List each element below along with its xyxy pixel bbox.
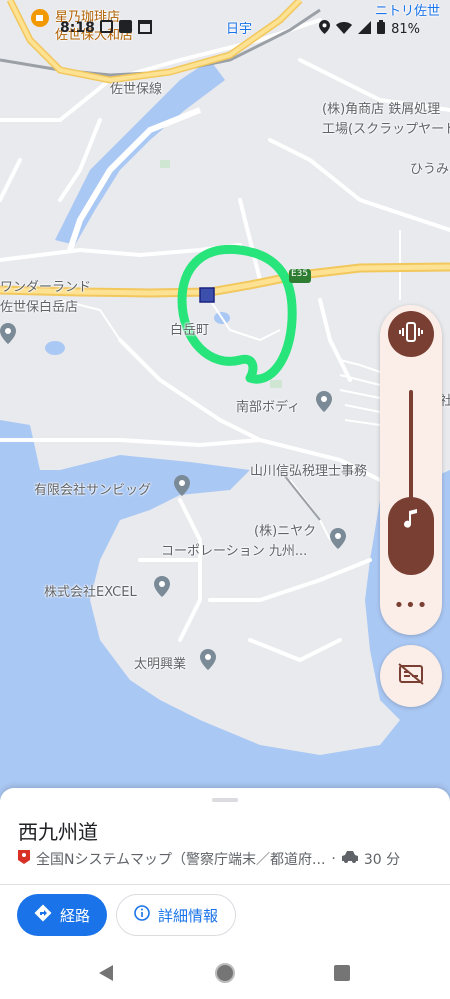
music-note-icon: [403, 509, 419, 533]
directions-icon: [34, 904, 52, 926]
sanbig-label[interactable]: 有限会社サンビッグ: [34, 479, 151, 498]
directions-label: 経路: [59, 906, 90, 925]
recents-icon[interactable]: [334, 965, 350, 981]
sanbig-pin-icon[interactable]: [172, 474, 192, 496]
map-pin-icon: [18, 850, 30, 868]
status-right: 81%: [319, 20, 420, 38]
niyaku-label-2[interactable]: コーポレーション 九州...: [161, 540, 307, 559]
vibrate-icon: [399, 320, 423, 348]
details-button[interactable]: 詳細情報: [116, 894, 236, 936]
system-nav-bar: [0, 950, 450, 999]
kadoshoten-label-2[interactable]: 工場(スクラップヤード: [322, 118, 450, 137]
nanbu-label[interactable]: 南部ボディ: [236, 396, 300, 415]
taimei-label[interactable]: 太明興業: [134, 653, 186, 672]
captions-off-icon: [398, 663, 424, 689]
route-shield-label: E35: [291, 269, 309, 279]
niyaku-pin-icon[interactable]: [328, 527, 348, 549]
signal-icon: [358, 20, 372, 38]
calendar-icon: [138, 20, 152, 34]
nanbu-pin-icon[interactable]: [314, 390, 334, 412]
app-icon: [119, 20, 132, 33]
vibrate-toggle-button[interactable]: [388, 311, 434, 357]
shirodake-town-label: 白岳町: [170, 323, 210, 338]
niyaku-label[interactable]: (株)ニヤク: [254, 520, 316, 539]
shirodake-store-label[interactable]: 佐世保白岳店: [0, 296, 78, 315]
place-title: 西九州道: [18, 820, 98, 844]
kadoshoten-label[interactable]: (株)角商店 鉄屑処理: [322, 98, 440, 117]
location-icon: [319, 20, 331, 38]
wonderland-label[interactable]: ワンダーランド: [0, 276, 91, 295]
meta-separator: ·: [331, 851, 336, 867]
battery-icon: [377, 20, 386, 38]
taimei-pin-icon[interactable]: [198, 648, 218, 670]
place-meta: 全国Nシステムマップ（警察庁端末／都道府... · 30 分: [18, 849, 438, 869]
yamakawa-label[interactable]: 山川信弘税理士事務: [250, 460, 367, 479]
sheet-divider: [0, 884, 450, 885]
status-bar: 8:18 81%: [0, 0, 450, 44]
directions-button[interactable]: 経路: [17, 894, 107, 936]
himi-label: ひうみ: [410, 162, 450, 177]
live-caption-button[interactable]: [380, 645, 442, 707]
details-label: 詳細情報: [157, 906, 218, 925]
shirodake-pin-icon[interactable]: [0, 322, 18, 344]
battery-percent: 81%: [391, 21, 420, 37]
drive-time: 30 分: [363, 852, 401, 868]
sasebo-line-label: 佐世保線: [110, 82, 163, 97]
volume-slider[interactable]: [388, 497, 434, 575]
sheet-drag-handle[interactable]: [212, 798, 238, 802]
more-options-button[interactable]: •••: [380, 595, 442, 616]
excel-pin-icon[interactable]: [152, 575, 172, 597]
info-icon: [134, 905, 150, 925]
car-icon: [341, 851, 358, 867]
message-icon: [100, 20, 113, 33]
sound-panel: •••: [380, 305, 442, 635]
back-icon[interactable]: [98, 964, 114, 986]
status-time: 8:18: [60, 20, 95, 36]
wifi-icon: [336, 21, 353, 38]
excel-label[interactable]: 株式会社EXCEL: [44, 581, 137, 600]
home-icon[interactable]: [215, 963, 235, 983]
notification-icons: [100, 20, 152, 34]
place-source: 全国Nシステムマップ（警察庁端末／都道府...: [36, 852, 326, 868]
